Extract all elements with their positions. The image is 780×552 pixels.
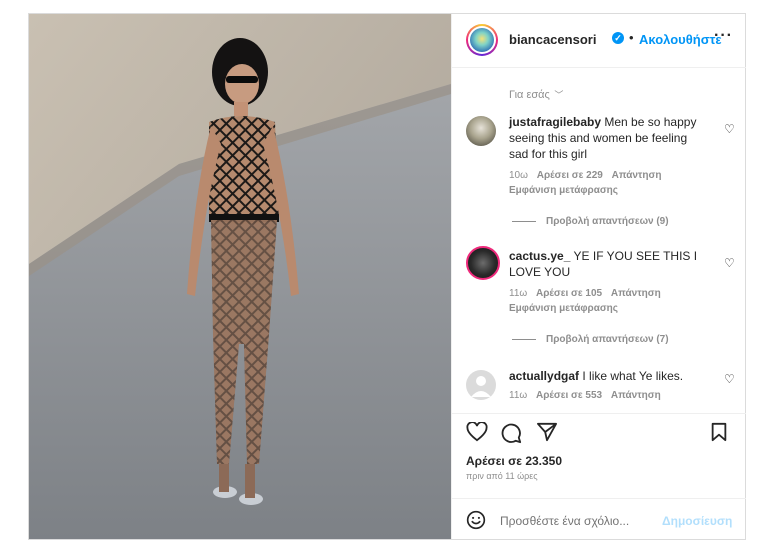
commenter-avatar[interactable] (466, 370, 496, 400)
more-options-icon[interactable]: ··· (714, 27, 733, 45)
chevron-down-icon: ﹀ (551, 90, 564, 100)
post-action-bar (452, 413, 746, 444)
comment-bubble-icon[interactable] (500, 422, 522, 444)
view-replies-link[interactable]: Προβολή απαντήσεων (9) (512, 216, 669, 227)
comment-age: 11ω (509, 288, 528, 299)
comment-reply-button[interactable]: Απάντηση (611, 288, 661, 299)
comment-like-icon[interactable]: ♡ (724, 256, 735, 270)
commenter-avatar[interactable] (466, 246, 500, 280)
comment-reply-button[interactable]: Απάντηση (612, 170, 662, 181)
comment-sort-label: Για εσάς (509, 89, 550, 101)
avatar-image (470, 28, 494, 52)
replies-line (512, 220, 536, 222)
comment-meta: 10ω Αρέσει σε 229 Απάντηση (509, 170, 661, 181)
post-comment-button[interactable]: Δημοσίευση (662, 514, 732, 528)
add-comment-bar: Προσθέστε ένα σχόλιο... Δημοσίευση (452, 498, 746, 540)
comment-likes[interactable]: Αρέσει σε 553 (536, 390, 602, 401)
view-replies-label: Προβολή απαντήσεων (7) (546, 334, 669, 345)
comment-age: 11ω (509, 390, 528, 401)
post-side-panel: biancacensori ✓ • Ακολουθήστε ··· Για εσ… (451, 14, 746, 539)
comment-text: cactus.ye_ YE IF YOU SEE THIS I LOVE YOU (509, 248, 709, 280)
comment-like-icon[interactable]: ♡ (724, 372, 735, 386)
commenter-username[interactable]: actuallydgaf (509, 369, 579, 383)
replies-line (512, 338, 536, 340)
add-comment-input[interactable]: Προσθέστε ένα σχόλιο... (500, 514, 629, 528)
view-replies-link[interactable]: Προβολή απαντήσεων (7) (512, 334, 669, 345)
comment-likes[interactable]: Αρέσει σε 229 (537, 170, 603, 181)
follow-button[interactable]: Ακολουθήστε (639, 32, 722, 47)
emoji-icon[interactable] (466, 510, 486, 530)
comment-text: justafragilebaby Men be so happy seeing … (509, 114, 709, 162)
post-timestamp: πριν από 11 ώρες (466, 471, 538, 481)
view-replies-label: Προβολή απαντήσεων (9) (546, 216, 669, 227)
show-translation-link[interactable]: Εμφάνιση μετάφρασης (509, 185, 618, 196)
comment-age: 10ω (509, 170, 528, 181)
comment-likes[interactable]: Αρέσει σε 105 (536, 288, 602, 299)
bookmark-icon[interactable] (710, 422, 728, 442)
post-modal: biancacensori ✓ • Ακολουθήστε ··· Για εσ… (28, 13, 746, 540)
like-count[interactable]: Αρέσει σε 23.350 (466, 454, 562, 468)
photo-illustration (29, 14, 451, 539)
comment-body: I like what Ye likes. (582, 369, 684, 383)
comment-meta: 11ω Αρέσει σε 105 Απάντηση (509, 288, 661, 299)
commenter-username[interactable]: cactus.ye_ (509, 249, 570, 263)
author-avatar[interactable] (466, 24, 498, 56)
author-username[interactable]: biancacensori (509, 32, 596, 47)
comment-like-icon[interactable]: ♡ (724, 122, 735, 136)
default-avatar-icon (471, 376, 491, 397)
paper-plane-icon[interactable] (536, 422, 558, 442)
commenter-username[interactable]: justafragilebaby (509, 115, 601, 129)
show-translation-link[interactable]: Εμφάνιση μετάφρασης (509, 303, 618, 314)
verified-badge-icon: ✓ (612, 32, 624, 44)
comment-reply-button[interactable]: Απάντηση (611, 390, 661, 401)
comment-sort-dropdown[interactable]: Για εσάς ﹀ (509, 88, 563, 101)
heart-icon[interactable] (466, 422, 488, 442)
post-header: biancacensori ✓ • Ακολουθήστε ··· (452, 14, 746, 68)
commenter-avatar[interactable] (466, 116, 496, 146)
comment-meta: 11ω Αρέσει σε 553 Απάντηση (509, 390, 661, 401)
comment-text: actuallydgaf I like what Ye likes. (509, 368, 709, 384)
header-separator: • (629, 30, 634, 45)
post-photo[interactable] (29, 14, 451, 539)
